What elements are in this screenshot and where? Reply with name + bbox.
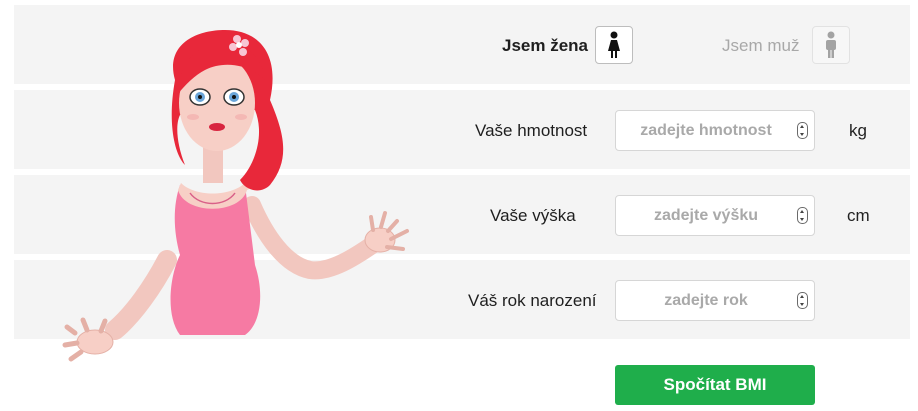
birth-year-label: Váš rok narození <box>468 291 597 310</box>
height-input[interactable] <box>616 196 786 235</box>
male-label: Jsem muž <box>722 36 800 55</box>
male-button[interactable] <box>812 26 850 64</box>
weight-spinner-icon[interactable] <box>797 122 808 139</box>
birth-year-input[interactable] <box>616 281 786 320</box>
male-figure-icon <box>826 31 836 58</box>
height-label: Vaše výška <box>490 206 576 225</box>
right-arm-illustration <box>243 196 409 280</box>
height-spinner-icon[interactable] <box>797 207 808 224</box>
female-button[interactable] <box>595 26 633 64</box>
height-field <box>615 195 815 236</box>
birth-year-spinner-icon[interactable] <box>797 292 808 309</box>
weight-field <box>615 110 815 151</box>
height-unit: cm <box>847 206 870 225</box>
weight-unit: kg <box>849 121 867 140</box>
weight-label: Vaše hmotnost <box>475 121 588 140</box>
left-hand-illustration <box>62 250 177 362</box>
weight-input[interactable] <box>616 111 786 150</box>
calculate-bmi-button[interactable]: Spočítat BMI <box>615 365 815 405</box>
birth-year-field <box>615 280 815 321</box>
female-label: Jsem žena <box>502 36 588 55</box>
woman-illustration <box>62 30 409 362</box>
female-figure-icon <box>608 31 620 58</box>
